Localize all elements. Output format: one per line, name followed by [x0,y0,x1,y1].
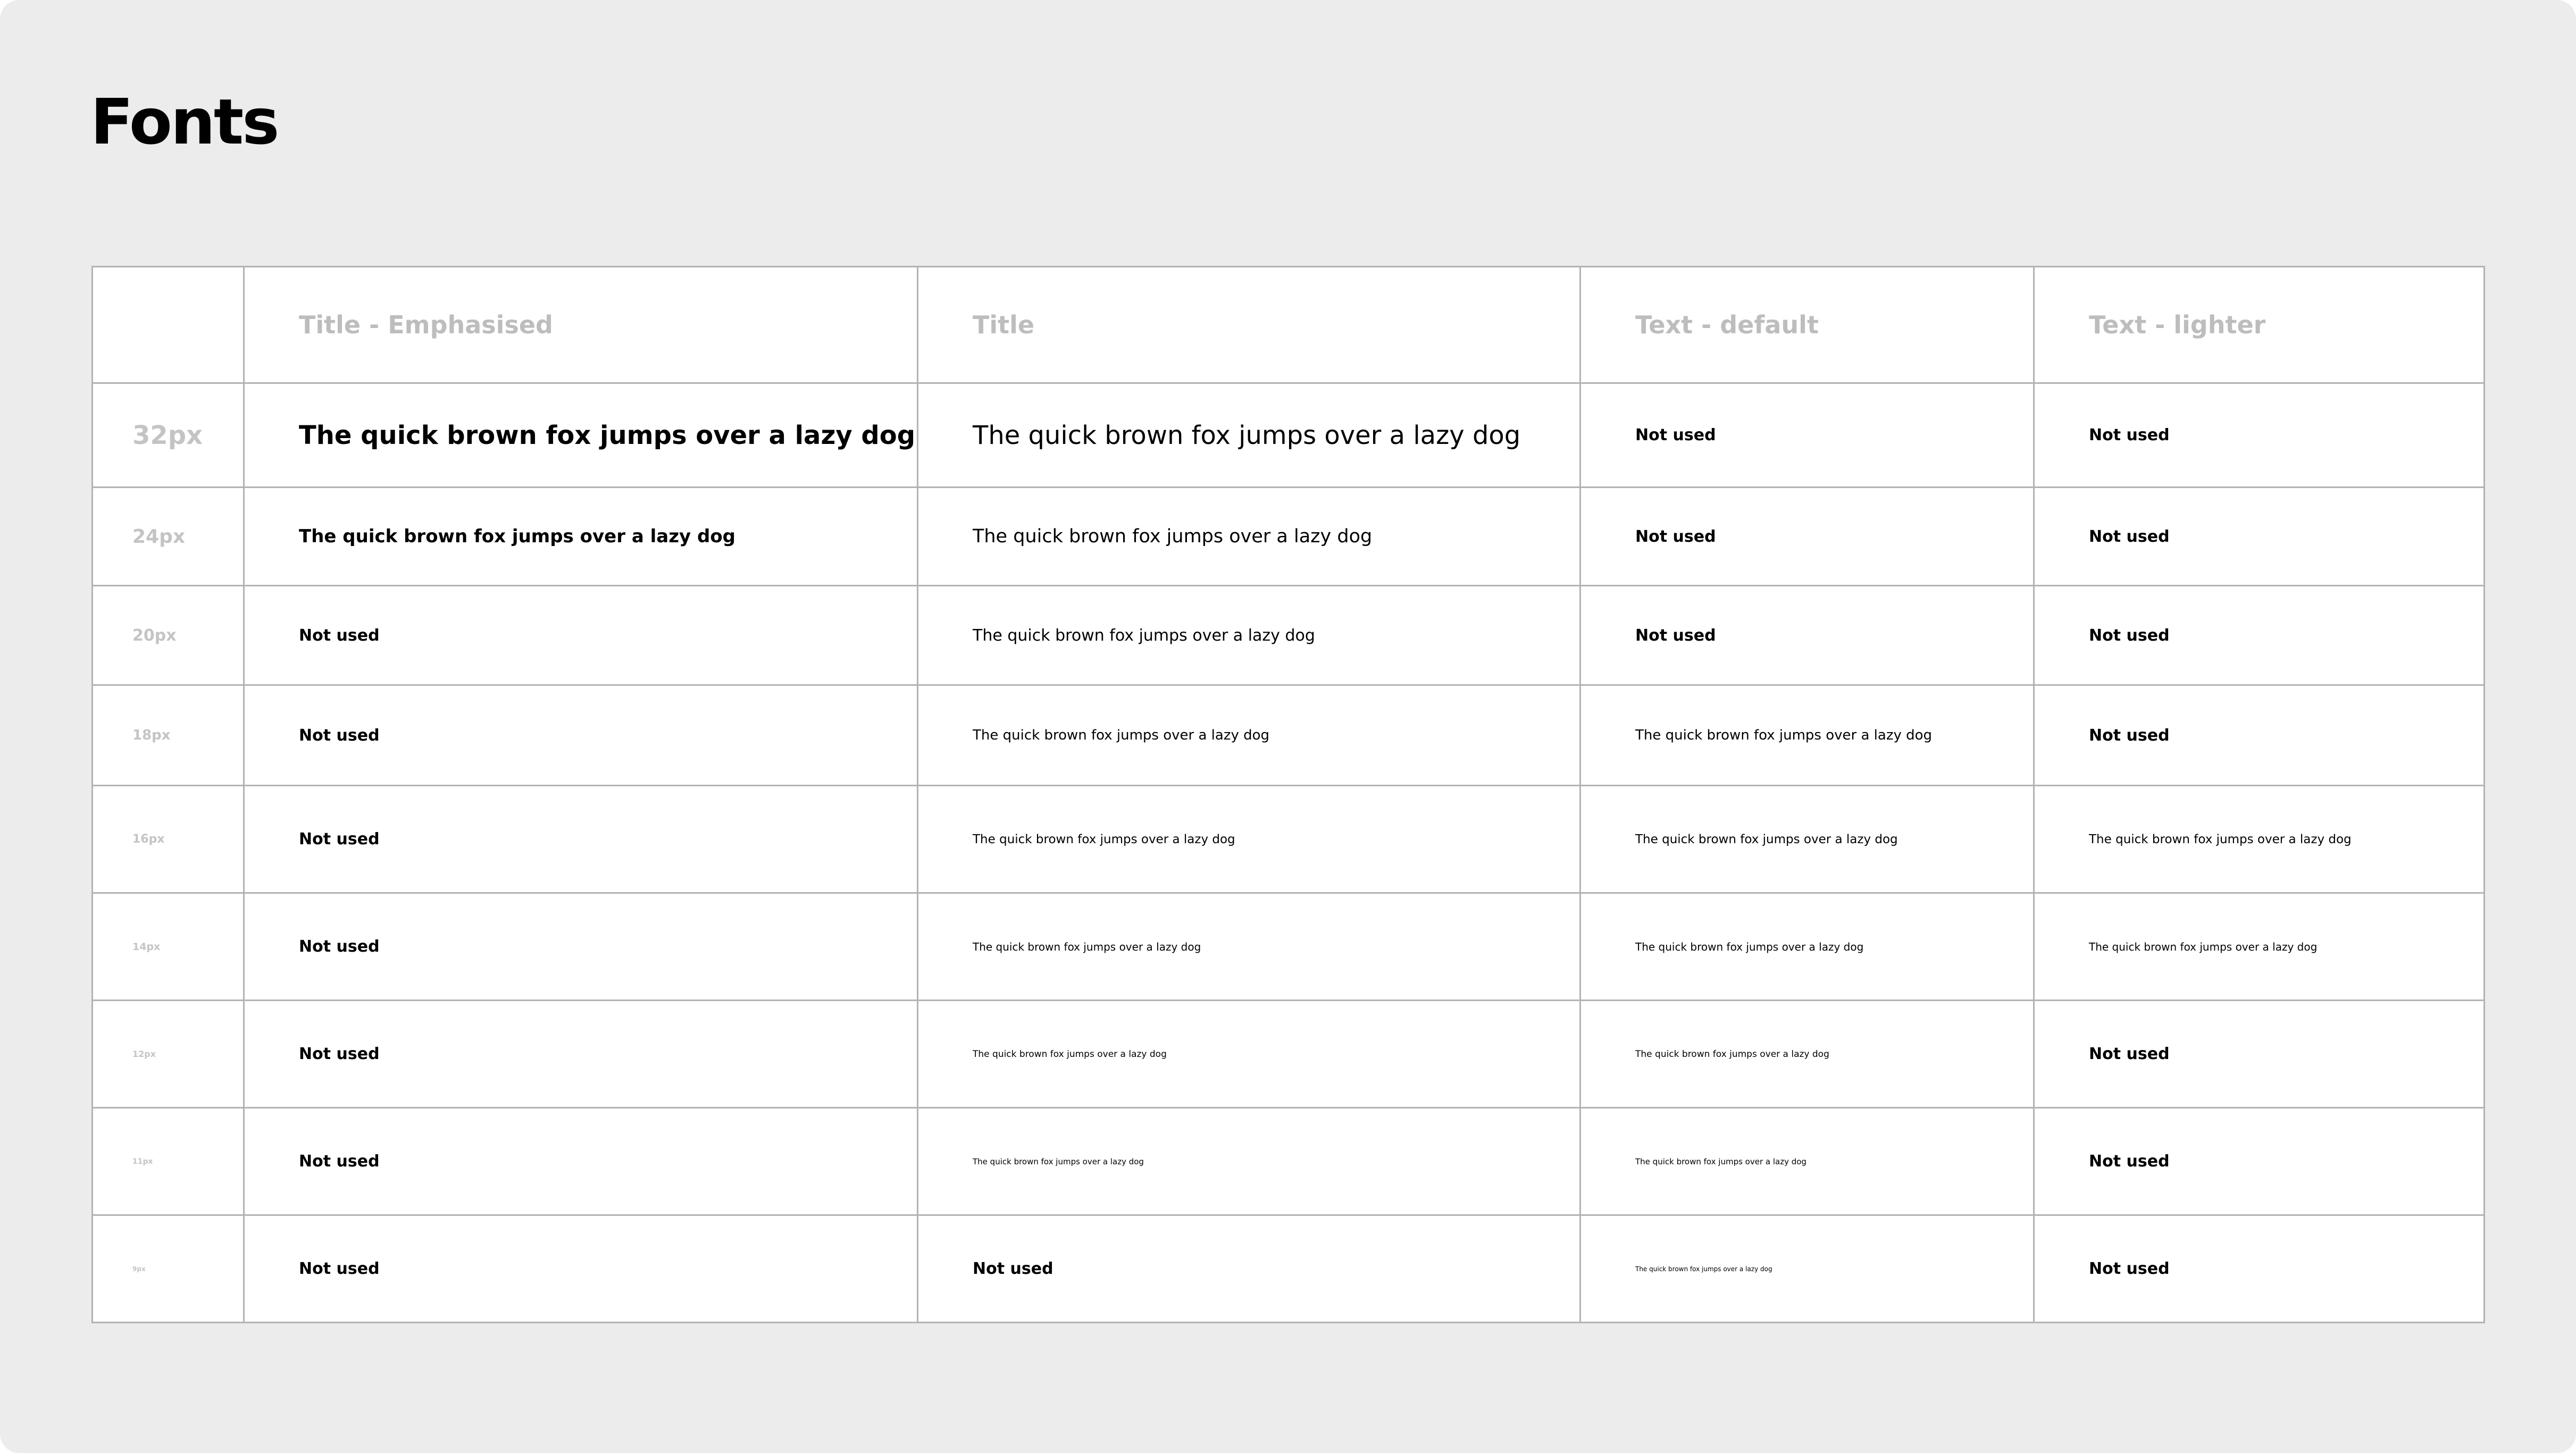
sample-text-default: The quick brown fox jumps over a lazy do… [1579,1000,2035,1108]
table-row: 9px Not used Not used The quick brown fo… [91,1214,2485,1323]
not-used-label: Not used [2033,1214,2485,1323]
sample-title: The quick brown fox jumps over a lazy do… [917,382,1581,488]
header-title-emphasised: Title - Emphasised [243,266,918,384]
table-row: 11px Not used The quick brown fox jumps … [91,1107,2485,1216]
sample-title: The quick brown fox jumps over a lazy do… [917,785,1581,894]
table-row: 24px The quick brown fox jumps over a la… [91,486,2485,586]
size-label: 11px [91,1107,245,1216]
size-label: 18px [91,684,245,786]
sample-text-default: The quick brown fox jumps over a lazy do… [1579,1107,2035,1216]
sample-title: The quick brown fox jumps over a lazy do… [917,1000,1581,1108]
not-used-label: Not used [2033,684,2485,786]
not-used-label: Not used [243,1214,918,1323]
not-used-label: Not used [243,585,918,686]
not-used-label: Not used [243,892,918,1001]
size-label: 32px [91,382,245,488]
not-used-label: Not used [2033,585,2485,686]
table-header-row: Title - Emphasised Title Text - default … [91,266,2485,384]
size-label: 24px [91,486,245,586]
not-used-label: Not used [243,1000,918,1108]
page-title: Fonts [90,85,280,158]
sample-title-emphasised: The quick brown fox jumps over a lazy do… [243,486,918,586]
sample-title: The quick brown fox jumps over a lazy do… [917,486,1581,586]
not-used-label: Not used [243,1107,918,1216]
not-used-label: Not used [2033,486,2485,586]
sample-title: The quick brown fox jumps over a lazy do… [917,585,1581,686]
size-label: 12px [91,1000,245,1108]
table-row: 16px Not used The quick brown fox jumps … [91,785,2485,894]
sample-text-default: The quick brown fox jumps over a lazy do… [1579,892,2035,1001]
table-row: 32px The quick brown fox jumps over a la… [91,382,2485,488]
header-text-lighter: Text - lighter [2033,266,2485,384]
header-size [91,266,245,384]
sample-title: The quick brown fox jumps over a lazy do… [917,684,1581,786]
not-used-label: Not used [1579,486,2035,586]
not-used-label: Not used [243,684,918,786]
size-label: 9px [91,1214,245,1323]
header-title: Title [917,266,1581,384]
font-scale-table: Title - Emphasised Title Text - default … [91,266,2485,1323]
size-label: 16px [91,785,245,894]
sample-title-emphasised: The quick brown fox jumps over a lazy do… [243,382,918,488]
not-used-label: Not used [1579,382,2035,488]
not-used-label: Not used [1579,585,2035,686]
table-row: 18px Not used The quick brown fox jumps … [91,684,2485,786]
table-row: 20px Not used The quick brown fox jumps … [91,585,2485,686]
not-used-label: Not used [243,785,918,894]
table-row: 14px Not used The quick brown fox jumps … [91,892,2485,1001]
not-used-label: Not used [917,1214,1581,1323]
header-text-default: Text - default [1579,266,2035,384]
sample-title: The quick brown fox jumps over a lazy do… [917,1107,1581,1216]
size-label: 20px [91,585,245,686]
sample-text-default: The quick brown fox jumps over a lazy do… [1579,684,2035,786]
sample-text-lighter: The quick brown fox jumps over a lazy do… [2033,785,2485,894]
sample-text-default: The quick brown fox jumps over a lazy do… [1579,1214,2035,1323]
sample-text-default: The quick brown fox jumps over a lazy do… [1579,785,2035,894]
not-used-label: Not used [2033,382,2485,488]
not-used-label: Not used [2033,1107,2485,1216]
table-row: 12px Not used The quick brown fox jumps … [91,1000,2485,1108]
sample-text-lighter: The quick brown fox jumps over a lazy do… [2033,892,2485,1001]
size-label: 14px [91,892,245,1001]
canvas: Fonts Title - Emphasised Title Text - de… [0,0,2576,1453]
not-used-label: Not used [2033,1000,2485,1108]
sample-title: The quick brown fox jumps over a lazy do… [917,892,1581,1001]
